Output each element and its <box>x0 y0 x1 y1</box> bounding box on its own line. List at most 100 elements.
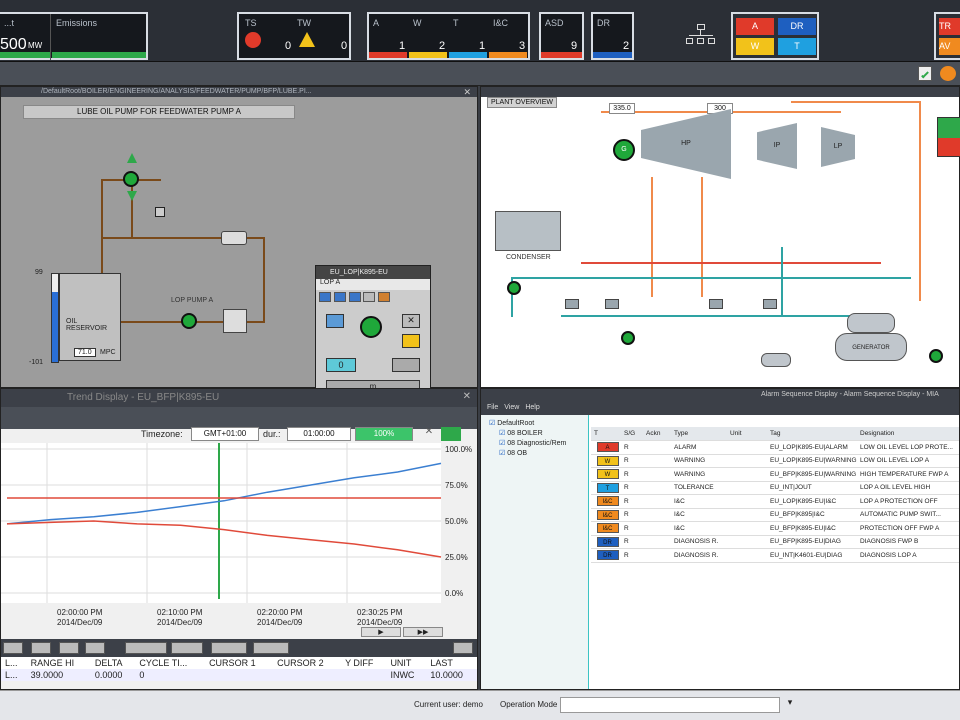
lock-icon[interactable] <box>402 334 420 348</box>
alarm-row[interactable]: I&C R I&C EU_LOP|K895-EU|I&C LOP A PROTECTIO… <box>591 494 959 509</box>
mode-dropdown-icon[interactable]: ▾ <box>782 697 798 713</box>
alarm-row[interactable]: I&C R I&C EU_BFP|K895-EU|I&C PROTECTION OFF … <box>591 521 959 536</box>
updown-icon[interactable] <box>171 642 203 654</box>
tree-item[interactable]: ☑ 08 OB <box>499 449 580 459</box>
checklist-icon[interactable] <box>918 66 932 81</box>
summary-tile[interactable]: T <box>778 38 816 55</box>
right-summary-tile[interactable]: TR <box>939 18 960 35</box>
alarm-type: DIAGNOSIS R. <box>671 535 727 549</box>
condensate-pump[interactable] <box>507 281 521 295</box>
summary-tile[interactable]: DR <box>778 18 816 35</box>
tree-item[interactable]: ☑ 08 Diagnostic/Rem <box>499 439 580 449</box>
menu-item[interactable]: Help <box>525 404 539 411</box>
checkbox-icon[interactable]: ☑ <box>499 430 507 437</box>
alarm-counts[interactable]: A 1 W 2 T 1 I&C 3 <box>367 12 530 60</box>
alarm-row[interactable]: T R TOLERANCE EU_INT|JOUT LOP A OIL LEVEL HI… <box>591 481 959 495</box>
operation-mode-select[interactable] <box>560 697 780 713</box>
checkbox-icon[interactable]: ☑ <box>489 420 497 427</box>
faceplate-pump-icon[interactable] <box>360 316 382 338</box>
faceplate-value[interactable]: 0 <box>326 358 356 372</box>
dr-kpi[interactable]: DR 2 <box>591 12 634 60</box>
lop-pump-a[interactable] <box>181 313 197 329</box>
generator-vessel[interactable]: GENERATOR <box>835 333 907 361</box>
trend-chart[interactable]: 100.0%75.0%50.0%25.0%0.0%02:00:00 PM2014… <box>1 443 477 633</box>
faceplate-stop-button[interactable] <box>392 358 420 372</box>
asd-kpi[interactable]: ASD 9 <box>539 12 584 60</box>
alarm-row[interactable]: I&C R I&C EU_BFP|K895|I&C AUTOMATIC PUMP SWI… <box>591 508 959 522</box>
trend-col-header: CYCLE TI... <box>139 658 188 668</box>
close-icon[interactable]: ✕ <box>463 87 471 97</box>
zoom-in-icon[interactable] <box>31 642 51 654</box>
close-icon[interactable]: ✕ <box>463 391 471 402</box>
scroll-left-button[interactable]: ▶ <box>361 627 401 637</box>
right-summary[interactable]: TR AV <box>934 12 960 60</box>
duration-select[interactable]: 01:00:00 <box>287 427 351 441</box>
alarm-row[interactable]: W R WARNING EU_BFP|K895-EU|WARNING HIGH TEMP… <box>591 467 959 482</box>
marker-icon[interactable] <box>211 642 247 654</box>
heater-3[interactable] <box>709 299 723 309</box>
fault-icon[interactable] <box>326 314 344 328</box>
condenser[interactable]: CONDENSER <box>495 211 561 261</box>
alarm-tag: EU_LOP|K895-EU|I&C <box>767 494 857 509</box>
checkbox-icon[interactable]: ☑ <box>499 440 507 447</box>
boiler-pump[interactable] <box>929 349 943 363</box>
filter-icon[interactable] <box>223 309 247 333</box>
right-summary-tile[interactable]: AV <box>939 38 960 55</box>
ip-turbine[interactable]: IP <box>757 123 797 169</box>
alarm-row[interactable]: DR R DIAGNOSIS R. EU_BFP|K895-EU|DIAG DIAGNO… <box>591 535 959 549</box>
alarm-col-header[interactable]: S/G <box>621 427 643 441</box>
boiler-panel[interactable] <box>937 117 960 157</box>
trend-table-row[interactable]: L... 39.0000 0.0000 0 INWC 10.0000 <box>1 669 477 681</box>
menu-item[interactable]: File <box>487 404 498 411</box>
hierarchy-icon[interactable] <box>686 24 716 46</box>
trend-cell: 10.0000 <box>426 669 477 681</box>
menu-icon[interactable] <box>453 642 473 654</box>
heater-1[interactable] <box>565 299 579 309</box>
cursor-icon[interactable] <box>125 642 167 654</box>
alarm-empty-cell <box>727 440 767 455</box>
alarm-row[interactable]: A R ALARM EU_LOP|K895-EU|ALARM LOW OIL LEVEL… <box>591 440 959 455</box>
alarm-col-header[interactable]: Ackn <box>643 427 671 441</box>
alarm-col-header[interactable]: Unit <box>727 427 767 441</box>
alarm-row[interactable]: W R WARNING EU_LOP|K895-EU|WARNING LOW OIL L… <box>591 454 959 468</box>
lp-turbine[interactable]: LP <box>821 127 855 167</box>
alarm-col-header[interactable]: Type <box>671 427 727 441</box>
clear-icon[interactable]: ✕ <box>419 426 439 440</box>
load-kpi[interactable]: ...t Emissions 500 MW <box>0 12 148 60</box>
cancel-icon[interactable]: ✕ <box>402 314 420 328</box>
severity-cell: I&C <box>591 521 621 536</box>
export-icon[interactable] <box>253 642 289 654</box>
x-tick-date: 2014/Dec/09 <box>357 618 403 627</box>
summary-tile[interactable]: W <box>736 38 774 55</box>
alarm-row[interactable]: DR R DIAGNOSIS R. EU_INT|K4601-EU|DIAG DIAGN… <box>591 548 959 563</box>
ts-tw-kpi[interactable]: TS TW 0 0 <box>237 12 351 60</box>
alarm-col-header[interactable]: Designation <box>857 427 959 441</box>
menu-item[interactable]: View <box>504 404 519 411</box>
zoom-icon[interactable] <box>3 642 23 654</box>
alarm-col-header[interactable]: Tag <box>767 427 857 441</box>
summary-tile[interactable]: A <box>736 18 774 35</box>
alarm-empty-cell <box>643 535 671 549</box>
alarm-table: T S/G Ackn Type Unit Tag Designation A R ALARM EU_… <box>591 427 959 563</box>
palette-icon[interactable] <box>940 66 956 81</box>
tree-item[interactable]: ☑ 08 BOILER <box>499 429 580 439</box>
faceplate-toolbar[interactable] <box>319 292 429 306</box>
valve-icon[interactable] <box>155 207 165 217</box>
alarm-col-header[interactable]: T <box>591 427 621 441</box>
zoom-percent[interactable]: 100% <box>355 427 413 441</box>
scroll-right-button[interactable]: ▶▶ <box>403 627 443 637</box>
tank[interactable] <box>761 353 791 367</box>
checkbox-icon[interactable]: ☑ <box>499 450 507 457</box>
heater-2[interactable] <box>605 299 619 309</box>
main-pump[interactable] <box>123 171 139 187</box>
timezone-select[interactable]: GMT+01:00 <box>191 427 259 441</box>
heater-4[interactable] <box>763 299 777 309</box>
cooler-icon[interactable] <box>221 231 247 245</box>
zoom-out-icon[interactable] <box>59 642 79 654</box>
hp-turbine[interactable]: HP <box>641 109 731 179</box>
tree-item[interactable]: ☑ DefaultRoot <box>489 419 580 429</box>
wave-icon[interactable] <box>85 642 105 654</box>
drum[interactable] <box>847 313 895 333</box>
alarm-summary[interactable]: A DR W T <box>731 12 819 60</box>
feedwater-pump[interactable] <box>621 331 635 345</box>
